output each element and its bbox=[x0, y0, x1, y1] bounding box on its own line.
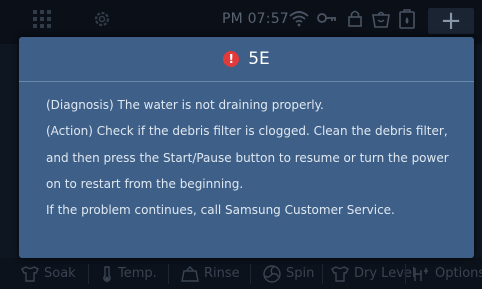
warning-icon: ! bbox=[223, 51, 240, 67]
support-line: If the problem continues, call Samsung C… bbox=[46, 203, 395, 218]
temp-label: Temp. bbox=[118, 266, 157, 281]
dialog-header: ! 5E bbox=[19, 37, 474, 81]
rinse-icon bbox=[181, 265, 199, 282]
wifi-icon bbox=[289, 11, 309, 27]
soak-button[interactable]: Soak bbox=[20, 258, 76, 289]
thermometer-icon bbox=[103, 265, 111, 282]
divider bbox=[322, 264, 323, 284]
diagnosis-line: (Diagnosis) The water is not draining pr… bbox=[46, 98, 324, 112]
lock-icon bbox=[348, 10, 362, 27]
dry-level-button[interactable]: Dry Level bbox=[330, 258, 416, 289]
spin-icon bbox=[263, 264, 281, 283]
basket-icon bbox=[372, 11, 390, 28]
grid-icon[interactable] bbox=[32, 9, 52, 29]
action-line-cont: and then press the Start/Pause button to… bbox=[46, 150, 449, 165]
clock: PM 07:57 bbox=[222, 11, 289, 27]
dialog-message: (Diagnosis) The water is not draining pr… bbox=[46, 92, 466, 223]
divider bbox=[405, 264, 406, 284]
action-line-cont: on to restart from the beginning. bbox=[46, 176, 244, 191]
shirt-icon bbox=[331, 265, 349, 282]
error-code: 5E bbox=[248, 49, 270, 69]
options-label: Options bbox=[435, 266, 482, 281]
options-icon bbox=[414, 267, 428, 281]
add-button[interactable]: + bbox=[428, 6, 474, 36]
spin-label: Spin bbox=[286, 266, 315, 281]
soak-icon bbox=[21, 265, 39, 282]
plus-icon: + bbox=[440, 6, 462, 36]
spin-button[interactable]: Spin bbox=[262, 258, 314, 289]
soak-label: Soak bbox=[44, 266, 76, 281]
divider bbox=[168, 264, 169, 284]
rinse-button[interactable]: Rinse bbox=[180, 258, 240, 289]
gear-icon[interactable] bbox=[92, 9, 112, 29]
dry-level-label: Dry Level bbox=[354, 266, 416, 281]
dialog-divider bbox=[19, 81, 474, 82]
divider bbox=[88, 264, 89, 284]
option-bar: Soak Temp. Rinse Spin Dry Level Options bbox=[0, 258, 482, 289]
error-dialog[interactable]: ! 5E (Diagnosis) The water is not draini… bbox=[19, 37, 474, 258]
rinse-label: Rinse bbox=[204, 266, 240, 281]
dispenser-icon bbox=[399, 9, 415, 29]
temp-button[interactable]: Temp. bbox=[100, 258, 157, 289]
options-button[interactable]: Options bbox=[413, 258, 482, 289]
divider bbox=[250, 264, 251, 284]
action-line: (Action) Check if the debris filter is c… bbox=[46, 124, 448, 139]
washer-display: PM 07:57 + Soak Temp. Rinse Spin Dry Lev… bbox=[0, 0, 482, 289]
key-icon bbox=[317, 13, 336, 23]
